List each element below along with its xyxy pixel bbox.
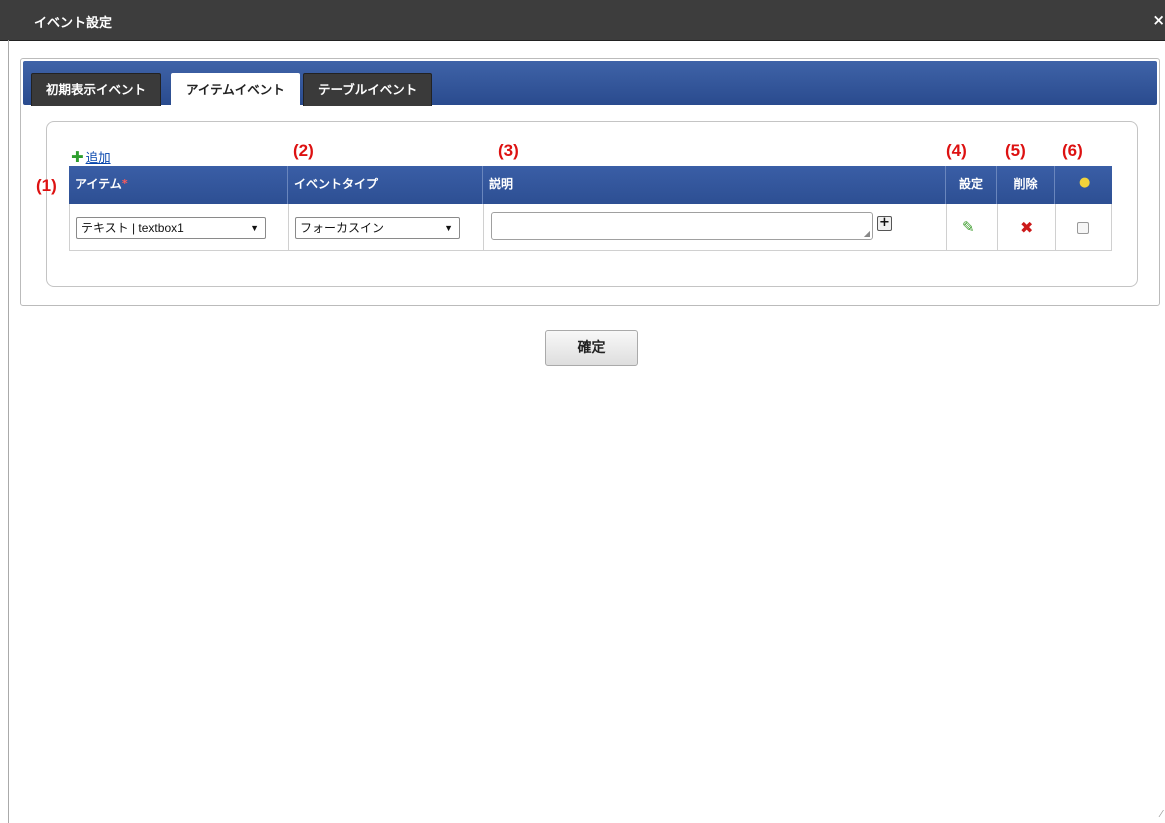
header-description: 説明 xyxy=(483,166,946,204)
annotation-2: (2) xyxy=(293,141,314,160)
header-item-label: アイテム xyxy=(75,177,122,191)
annotation-6: (6) xyxy=(1062,141,1083,160)
grid-header: アイテム* イベントタイプ 説明 設定 削除 xyxy=(69,166,1112,204)
description-textarea[interactable]: ◢ xyxy=(491,212,873,240)
header-item: アイテム* xyxy=(69,166,288,204)
chevron-down-icon: ▼ xyxy=(250,223,259,233)
tab-item-event[interactable]: アイテムイベント xyxy=(171,73,300,106)
item-select-value: テキスト | textbox1 xyxy=(81,221,184,235)
expand-description-button[interactable]: + xyxy=(877,216,892,231)
annotation-5: (5) xyxy=(1005,141,1026,160)
dialog-titlebar: イベント設定 × xyxy=(0,0,1165,41)
resize-grip-icon[interactable]: ◢ xyxy=(864,229,870,238)
item-select[interactable]: テキスト | textbox1 ▼ xyxy=(76,217,266,239)
tab-strip: 初期表示イベント アイテムイベント テーブルイベント xyxy=(23,61,1157,106)
header-settings: 設定 xyxy=(946,166,997,204)
annotation-1: (1) xyxy=(36,176,57,195)
window-resize-icon[interactable]: ⁄ xyxy=(1160,809,1162,820)
required-mark: * xyxy=(121,177,128,190)
lightbulb-icon: ● xyxy=(1079,175,1091,190)
x-icon[interactable]: ✖ xyxy=(1020,218,1033,237)
header-event-type: イベントタイプ xyxy=(288,166,483,204)
tab-initial-event[interactable]: 初期表示イベント xyxy=(31,73,162,106)
annotation-4: (4) xyxy=(946,141,967,160)
add-row-label: 追加 xyxy=(85,150,111,165)
chevron-down-icon: ▼ xyxy=(444,223,453,233)
event-type-select-value: フォーカスイン xyxy=(300,221,385,235)
tab-table-event[interactable]: テーブルイベント xyxy=(303,73,433,106)
plus-icon: ✚ xyxy=(71,148,84,166)
confirm-button[interactable]: 確定 xyxy=(545,330,638,366)
add-row-link[interactable]: ✚ 追加 xyxy=(71,147,111,166)
dialog-title: イベント設定 xyxy=(34,16,113,31)
event-type-select[interactable]: フォーカスイン ▼ xyxy=(295,217,460,239)
close-icon[interactable]: × xyxy=(1151,11,1165,29)
pencil-icon[interactable]: ✎ xyxy=(962,218,975,236)
annotation-3: (3) xyxy=(498,141,519,160)
row-checkbox[interactable] xyxy=(1077,222,1089,234)
header-delete: 削除 xyxy=(997,166,1055,204)
